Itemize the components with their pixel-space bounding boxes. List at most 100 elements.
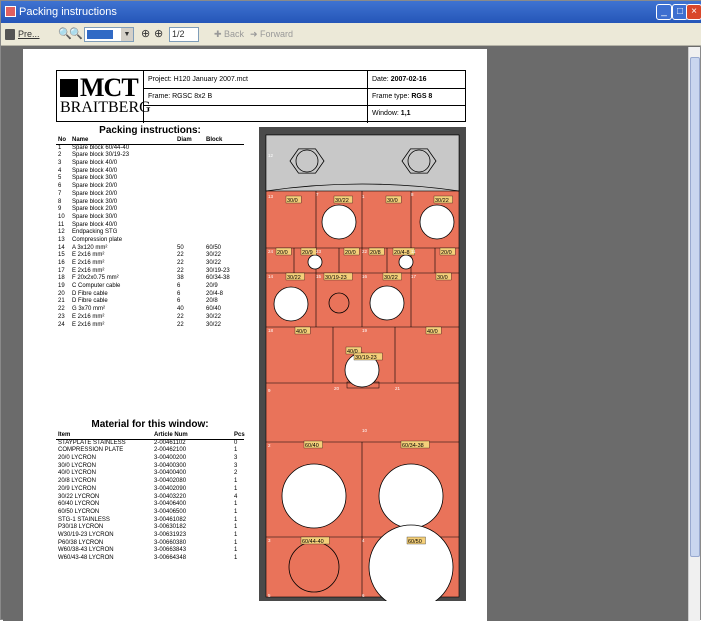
table-row: 4 Spare block 40/0 [56, 168, 244, 176]
table-cell: Spare block 20/0 [72, 206, 118, 213]
zoom-out-icon[interactable]: 🔍 [69, 27, 83, 42]
table-cell: 6 [177, 283, 181, 290]
table-cell: Spare block 40/0 [72, 221, 118, 228]
table-row: 60/50 LYCRON 3-00406500 1 [56, 509, 244, 517]
table-cell: Name [72, 137, 89, 143]
table-cell: 3-00461082 [154, 516, 187, 523]
page-number-input[interactable]: 1/2 [169, 27, 199, 42]
table-cell: 2 [234, 470, 238, 477]
document-viewport[interactable]: MCT BRAITBERG Project: H120 January 2007… [3, 47, 688, 621]
table-cell: 3-00406400 [154, 501, 187, 508]
table-cell: 60/40 [206, 306, 222, 313]
block-label: 30/0 [387, 198, 398, 204]
table-cell: 60/50 LYCRON [58, 508, 100, 515]
window-value: 1,1 [400, 110, 411, 117]
block-label: 60/40 [305, 443, 319, 449]
frame-type-label: Frame type: [372, 93, 410, 100]
block-label: 20/0 [441, 250, 452, 256]
table-cell: 20/9 [206, 283, 218, 290]
table-cell: 1 [234, 501, 238, 508]
table-row: 24 E 2x16 mm² 22 30/22 [56, 322, 244, 330]
position-marker: 15 [316, 274, 322, 279]
date-label: Date: [372, 76, 389, 83]
table-row: 16 E 2x16 mm² 22 30/22 [56, 260, 244, 268]
vertical-scrollbar[interactable] [688, 47, 700, 621]
table-cell: 13 [58, 236, 65, 243]
table-cell: 3-00400200 [154, 455, 187, 462]
table-header: Item Article Num Pcs [56, 432, 245, 440]
table-row: 11 Spare block 40/0 [56, 222, 244, 230]
table-cell: 1 [58, 144, 62, 151]
table-cell: 3-00406500 [154, 508, 187, 515]
table-cell: 8 [58, 198, 62, 205]
printer-icon[interactable] [5, 29, 15, 40]
table-cell: 2-00461102 [154, 439, 186, 446]
table-row: 9 Spare block 20/0 [56, 206, 244, 214]
arrow-right-icon: ➜ [250, 29, 261, 39]
date-value: 2007-02-16 [390, 76, 427, 83]
table-cell: 23 [58, 313, 65, 320]
table-cell: 1 [234, 516, 238, 523]
table-cell: 60/40 LYCRON [58, 501, 100, 508]
page-first-icon[interactable]: ⊕ [141, 27, 150, 42]
scrollbar-thumb[interactable] [690, 57, 700, 557]
table-cell: C Computer cable [72, 283, 121, 290]
block-label: 30/22 [435, 198, 449, 204]
table-row: 21 D Fibre cable 6 20/8 [56, 298, 244, 306]
forward-label: Forward [260, 29, 294, 39]
table-cell: 24 [58, 321, 65, 328]
table-cell: 9 [58, 206, 62, 213]
position-marker: 19 [362, 328, 368, 333]
minimize-button[interactable]: _ [656, 4, 672, 20]
cable-hole [307, 254, 323, 270]
table-cell: 22 [177, 260, 184, 266]
table-row: STG-1 STAINLESS 3-00461082 1 [56, 517, 244, 525]
table-cell: 2-00462100 [154, 447, 187, 454]
back-button[interactable]: ✚ Back [214, 27, 244, 42]
table-cell: 4 [234, 493, 238, 500]
table-cell: P60/38 LYCRON [58, 539, 104, 546]
zoom-select[interactable]: ▼ [84, 27, 134, 42]
position-marker: 23 [316, 249, 322, 254]
print-preview-button[interactable]: Pre... [18, 27, 40, 42]
table-cell: 30/19-23 [206, 267, 230, 274]
block-label: 20/4-8 [394, 250, 410, 256]
title-bar: Packing instructions _ □ × [1, 1, 701, 23]
table-cell: Pcs [234, 432, 245, 438]
table-cell: 3-00663843 [154, 547, 187, 554]
table-cell: 22 [177, 267, 184, 274]
back-label: Back [224, 29, 245, 39]
material-title: Material for this window: [91, 419, 209, 430]
table-row: 17 E 2x16 mm² 22 30/19-23 [56, 268, 244, 276]
position-marker: 20 [334, 386, 340, 391]
table-cell: 5 [58, 175, 62, 182]
arrow-left-icon: ✚ [214, 29, 225, 39]
table-row: 14 A 3x120 mm² 50 60/50 [56, 245, 244, 253]
table-cell: 38 [177, 275, 184, 282]
frame-name: Frame: RGSC 8x2 B [148, 93, 213, 100]
table-cell: 1 [234, 478, 238, 485]
table-row: P30/18 LYCRON 3-00630182 1 [56, 524, 244, 532]
table-cell: W60/43-48 LYCRON [58, 555, 114, 561]
chevron-down-icon[interactable]: ▼ [121, 28, 133, 41]
page-next-icon[interactable]: ⊕ [154, 27, 163, 42]
block-label: 60/34-38 [402, 443, 424, 449]
block-label: 40/0 [296, 329, 307, 335]
position-marker: 10 [362, 428, 368, 433]
close-button[interactable]: × [686, 4, 701, 20]
table-cell: 30/0 LYCRON [58, 462, 96, 469]
table-cell: 18 [58, 275, 65, 282]
position-marker: 24 [268, 249, 274, 254]
position-marker: 11 [411, 249, 416, 254]
block-label: 30/22 [335, 198, 349, 204]
table-cell: 20/9 LYCRON [58, 485, 96, 492]
table-cell: No [58, 137, 66, 143]
table-cell: 1 [234, 485, 238, 492]
table-cell: 4 [58, 167, 62, 174]
toolbar: Pre... 🔍 🔍 ▼ ⊕ ⊕ 1/2 ✚ Back ➜ Forward [1, 23, 701, 46]
table-cell: 30/22 LYCRON [58, 493, 100, 500]
table-cell: Article Num [154, 432, 188, 438]
forward-button[interactable]: ➜ Forward [250, 27, 293, 42]
position-marker: 17 [411, 274, 417, 279]
table-cell: 20 [58, 290, 65, 297]
